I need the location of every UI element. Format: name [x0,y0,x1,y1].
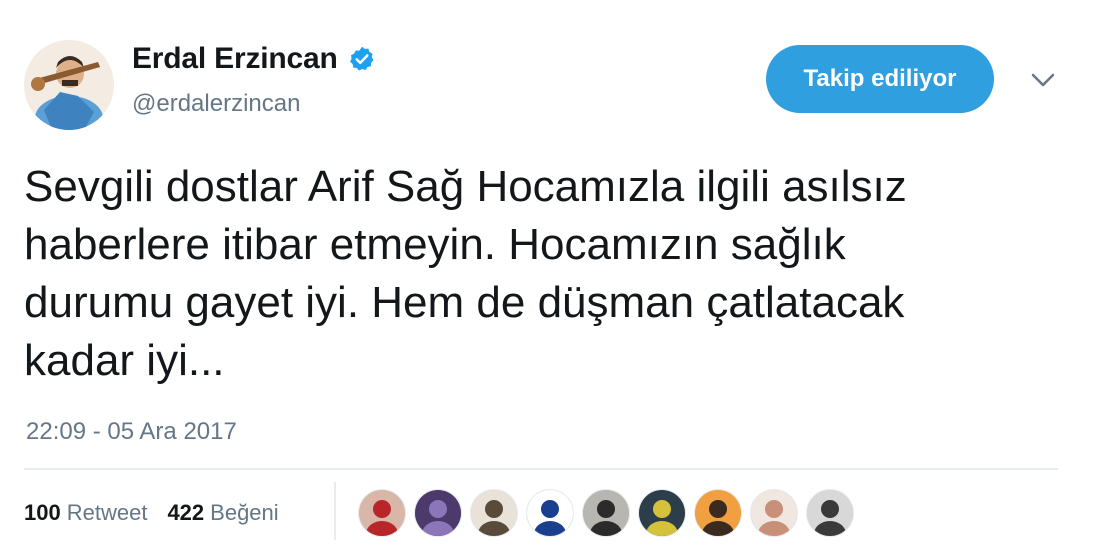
verified-badge-icon [348,45,376,73]
chevron-down-icon[interactable] [1028,70,1058,90]
liker-avatar-4[interactable] [526,489,574,537]
divider [24,468,1058,470]
liker-avatar-7[interactable] [694,489,742,537]
tweet-text-line: haberlere itibar etmeyin. Hocamızın sağl… [24,220,846,269]
liker-avatar-9[interactable] [806,489,854,537]
liker-avatars [358,489,862,537]
tweet-timestamp[interactable]: 22:09 - 05 Ara 2017 [26,418,237,446]
like-label[interactable]: Beğeni [210,500,279,526]
tweet-text-line: durumu gayet iyi. Hem de düşman çatlatac… [24,278,905,327]
avatar[interactable] [24,40,114,130]
retweet-label[interactable]: Retweet [67,500,148,526]
liker-avatar-2[interactable] [414,489,462,537]
following-button[interactable]: Takip ediliyor [766,45,994,113]
tweet-text: Sevgili dostlar Arif Sağ Hocamızla ilgil… [24,158,1084,390]
retweet-count[interactable]: 100 [24,500,61,526]
liker-avatar-3[interactable] [470,489,518,537]
tweet-text-line: Sevgili dostlar Arif Sağ Hocamızla ilgil… [24,162,907,211]
tweet-text-line: kadar iyi... [24,336,225,385]
stats-separator [334,482,336,540]
tweet-card: Erdal Erzincan @erdalerzincan Takip edil… [0,0,1110,555]
like-count[interactable]: 422 [167,500,204,526]
name-row: Erdal Erzincan [132,42,376,76]
liker-avatar-6[interactable] [638,489,686,537]
liker-avatar-8[interactable] [750,489,798,537]
display-name[interactable]: Erdal Erzincan [132,42,338,76]
liker-avatar-1[interactable] [358,489,406,537]
user-handle[interactable]: @erdalerzincan [132,90,300,118]
tweet-stats: 100 Retweet 422 Beğeni [24,500,279,526]
avatar-illustration [24,40,114,130]
liker-avatar-5[interactable] [582,489,630,537]
